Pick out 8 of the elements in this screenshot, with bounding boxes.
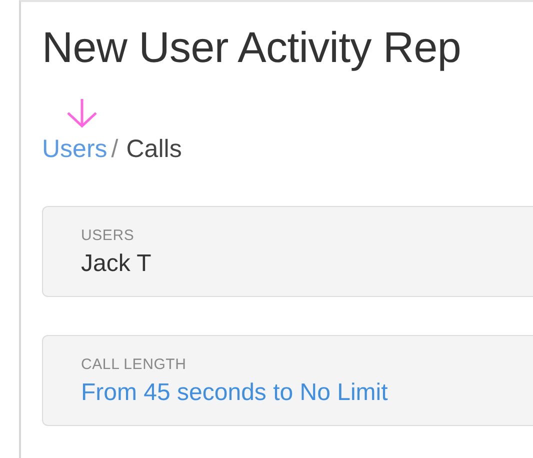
breadcrumb-link[interactable]: Users	[42, 135, 108, 164]
breadcrumb-current: Calls	[126, 135, 182, 164]
filter-label: CALL LENGTH	[81, 356, 188, 373]
filter-link[interactable]: From 45 seconds to No Limit	[81, 379, 523, 407]
page-title: New User Activity Rep	[42, 24, 462, 73]
breadcrumb-separator: /	[111, 135, 118, 164]
filter-value: Jack T	[81, 250, 152, 278]
filter-label: USERS	[81, 227, 136, 244]
